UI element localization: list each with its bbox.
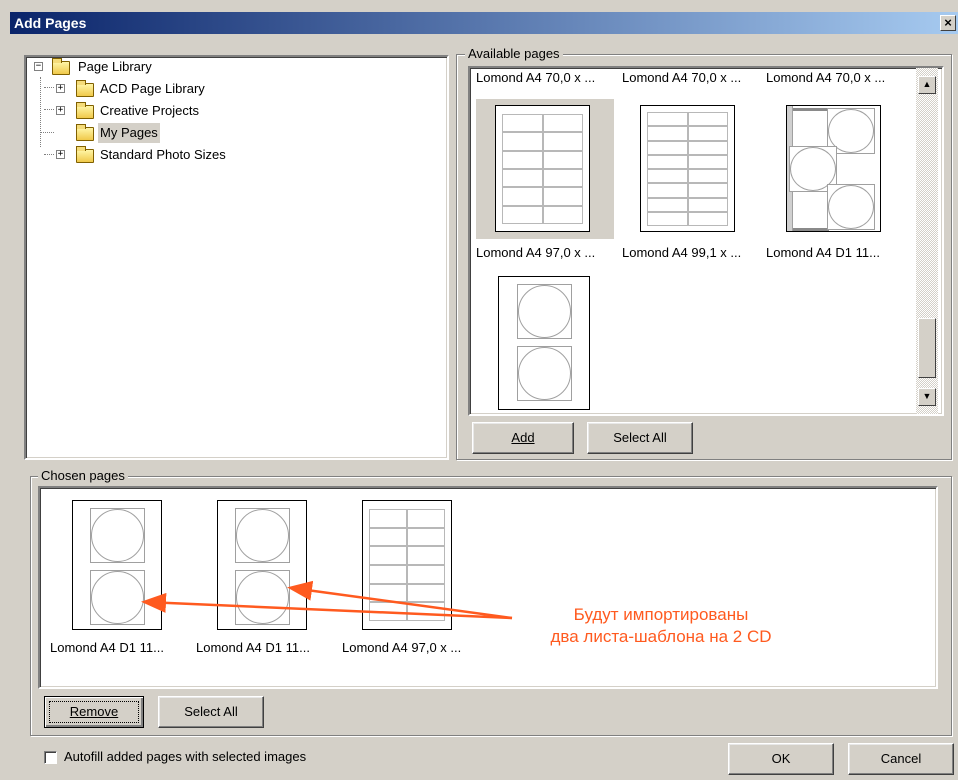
thumb-caption: Lomond A4 70,0 x ... <box>622 70 742 85</box>
annotation-line-1: Будут импортированы <box>573 605 749 624</box>
title-bar[interactable]: Add Pages × <box>10 12 958 34</box>
annotation-line-2: два листа-шаблона на 2 CD <box>550 627 772 646</box>
page-thumbnail-cd-3[interactable] <box>786 105 881 232</box>
autofill-checkbox[interactable] <box>44 751 57 764</box>
folder-icon <box>76 102 94 119</box>
scroll-down-button[interactable]: ▼ <box>918 388 936 406</box>
expand-icon[interactable]: + <box>56 106 65 115</box>
thumb-caption: Lomond A4 97,0 x ... <box>476 245 596 260</box>
tree-item-label: ACD Page Library <box>100 81 205 96</box>
tree-item-standard-photo-sizes[interactable]: + Standard Photo Sizes <box>26 145 326 165</box>
folder-icon <box>76 80 94 97</box>
thumb-caption: Lomond A4 70,0 x ... <box>766 70 886 85</box>
expand-icon[interactable]: + <box>56 150 65 159</box>
scroll-thumb[interactable] <box>918 318 936 378</box>
thumb-caption: Lomond A4 70,0 x ... <box>476 70 596 85</box>
available-pages-scrollbar[interactable]: ▲ ▼ <box>916 68 938 414</box>
tree-item-label: My Pages <box>98 123 160 143</box>
chosen-pages-list[interactable]: Lomond A4 D1 11... Lomond A4 D1 11... Lo… <box>38 486 938 689</box>
select-all-label: Select All <box>613 430 667 445</box>
cancel-label: Cancel <box>880 751 922 766</box>
ok-label: OK <box>771 751 791 766</box>
thumb-caption: Lomond A4 99,1 x ... <box>622 245 742 260</box>
scroll-up-button[interactable]: ▲ <box>918 76 936 94</box>
thumb-caption: Lomond A4 D1 11... <box>766 245 880 260</box>
tree-item-my-pages[interactable]: My Pages <box>26 123 326 143</box>
add-button-label: Add <box>511 430 535 445</box>
remove-button[interactable]: Remove <box>44 696 144 728</box>
cancel-button[interactable]: Cancel <box>848 743 954 775</box>
select-all-chosen-button[interactable]: Select All <box>158 696 264 728</box>
folder-open-icon <box>76 124 94 141</box>
expand-icon[interactable]: + <box>56 84 65 93</box>
add-pages-dialog: Add Pages × − Page Library + ACD Page Li… <box>0 0 958 780</box>
tree-item-label: Page Library <box>78 59 152 74</box>
select-all-available-button[interactable]: Select All <box>587 422 693 454</box>
window-title: Add Pages <box>14 15 87 31</box>
tree-item-acd-page-library[interactable]: + ACD Page Library <box>26 79 326 99</box>
autofill-label[interactable]: Autofill added pages with selected image… <box>64 749 306 764</box>
select-all-label: Select All <box>184 704 238 719</box>
close-button[interactable]: × <box>940 15 956 31</box>
remove-button-label: Remove <box>69 704 119 719</box>
tree-item-creative-projects[interactable]: + Creative Projects <box>26 101 326 121</box>
available-pages-list[interactable]: Lomond A4 70,0 x ... Lomond A4 70,0 x ..… <box>468 66 944 416</box>
tree-item-label: Standard Photo Sizes <box>100 147 226 162</box>
page-thumbnail-cd-2[interactable] <box>498 276 590 410</box>
available-pages-label: Available pages <box>465 46 563 61</box>
tree-item-label: Creative Projects <box>100 103 199 118</box>
page-thumbnail-labels-16[interactable] <box>640 105 735 232</box>
page-thumbnail-labels-12[interactable] <box>495 105 590 232</box>
tree-item-page-library[interactable]: − Page Library <box>26 57 326 77</box>
add-button[interactable]: Add <box>472 422 574 454</box>
page-library-tree[interactable]: − Page Library + ACD Page Library + Crea… <box>24 55 449 460</box>
collapse-icon[interactable]: − <box>34 62 43 71</box>
folder-open-icon <box>52 58 70 75</box>
chosen-pages-label: Chosen pages <box>38 468 128 483</box>
annotation-arrows <box>141 580 513 620</box>
annotation-text: Будут импортированы два листа-шаблона на… <box>506 604 816 648</box>
close-icon: × <box>944 15 952 30</box>
ok-button[interactable]: OK <box>728 743 834 775</box>
folder-icon <box>76 146 94 163</box>
